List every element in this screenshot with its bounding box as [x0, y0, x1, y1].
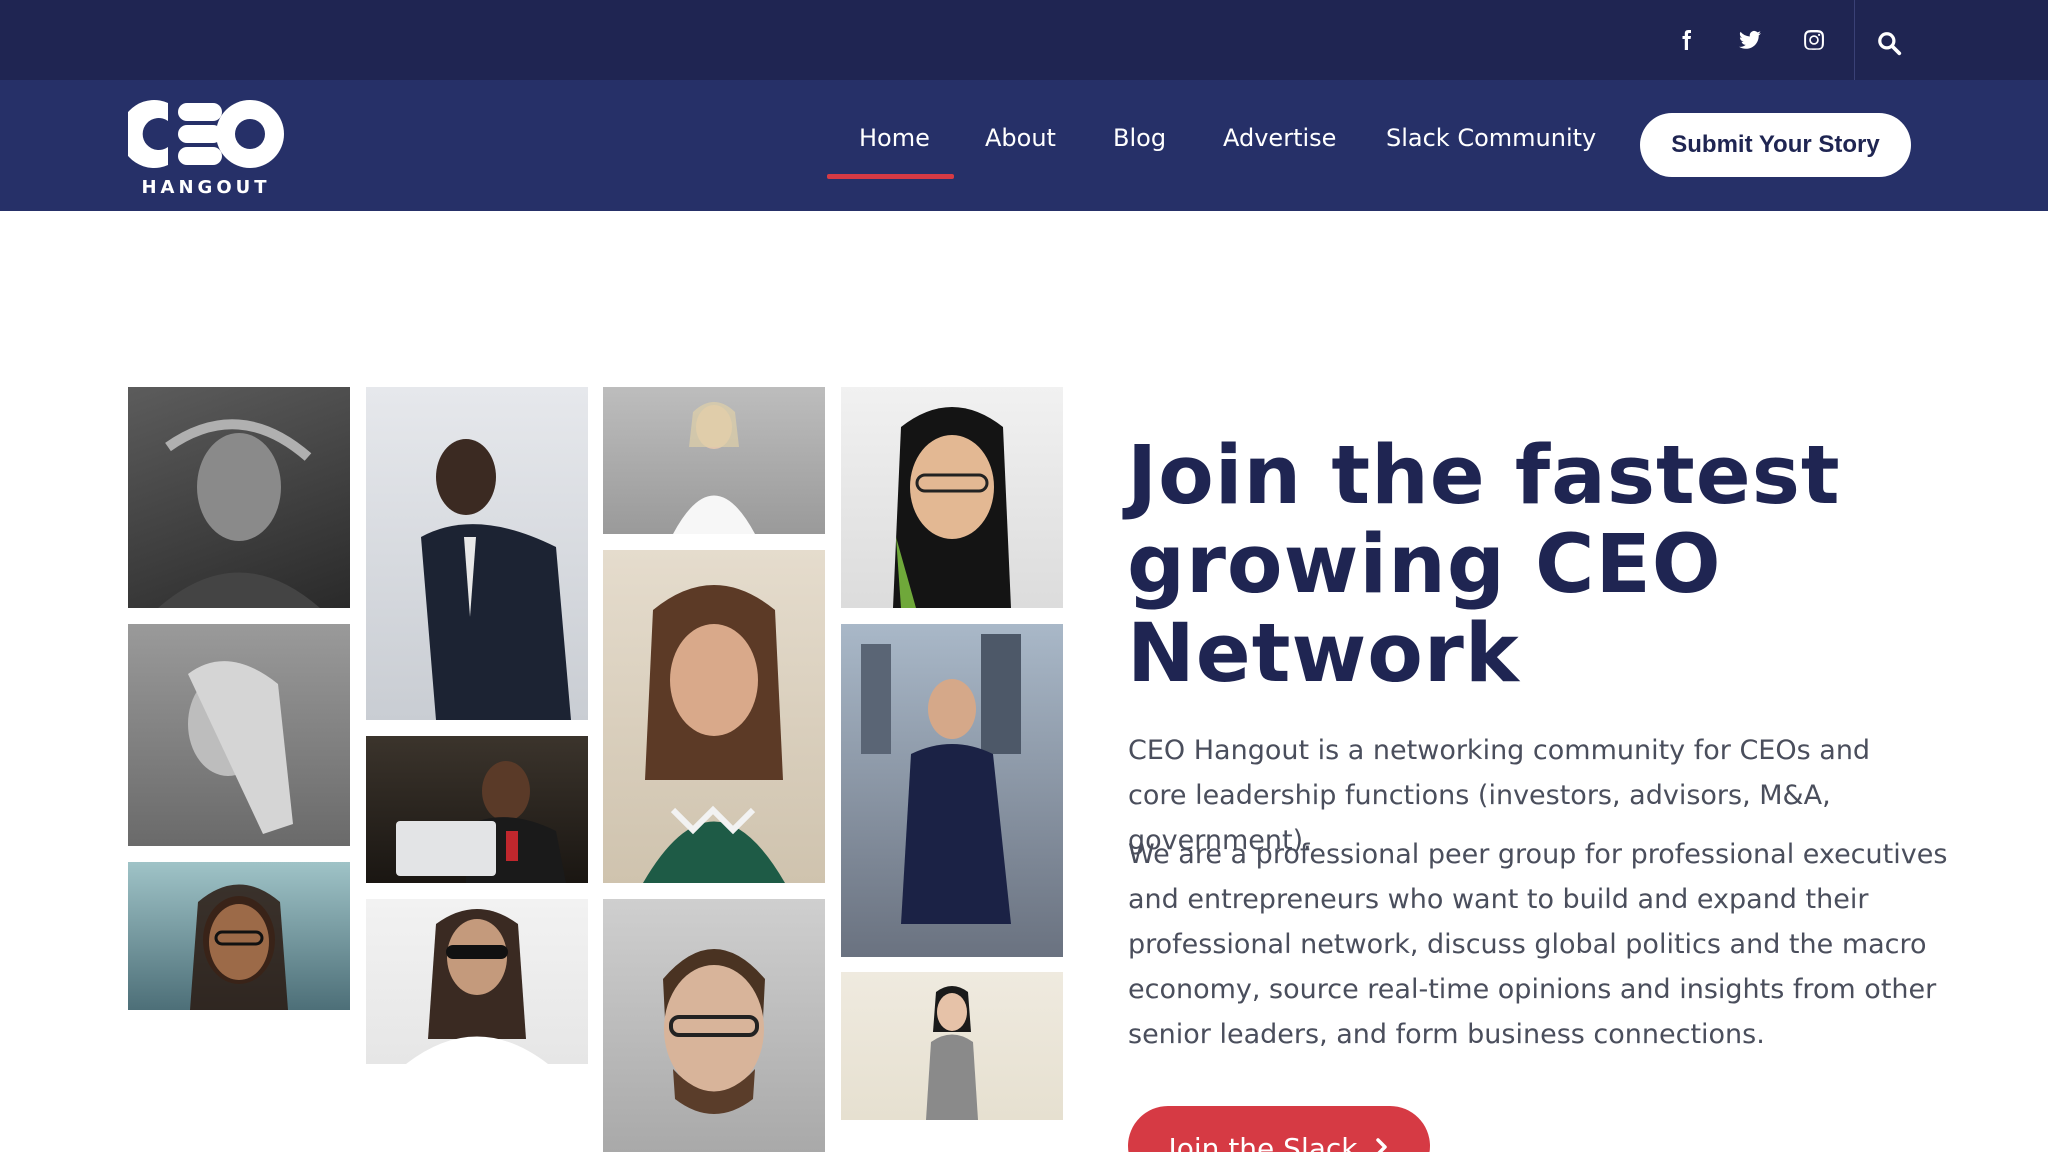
- instagram-icon[interactable]: [1796, 22, 1832, 58]
- nav-blog[interactable]: Blog: [1113, 124, 1166, 158]
- ceo-hangout-logo[interactable]: HANGOUT: [120, 95, 285, 198]
- member-photo: [603, 387, 825, 534]
- top-utility-bar: [0, 0, 2048, 80]
- nav-home[interactable]: Home: [859, 124, 930, 158]
- member-photo: [128, 624, 350, 846]
- submit-your-story-button[interactable]: Submit Your Story: [1640, 113, 1911, 177]
- facebook-icon[interactable]: [1668, 22, 1704, 58]
- member-photo: [841, 387, 1063, 608]
- join-slack-label: Join the Slack: [1168, 1132, 1358, 1152]
- member-photo: [841, 624, 1063, 957]
- search-icon[interactable]: [1872, 26, 1906, 60]
- chevron-right-icon: [1374, 1132, 1390, 1152]
- member-photo: [366, 387, 588, 720]
- member-photo: [841, 972, 1063, 1120]
- topbar-divider: [1854, 0, 1855, 80]
- svg-text:HANGOUT: HANGOUT: [141, 177, 270, 197]
- join-slack-button[interactable]: Join the Slack: [1128, 1106, 1430, 1152]
- nav-slack-community[interactable]: Slack Community: [1386, 124, 1596, 158]
- hero-description-paragraph: We are a professional peer group for pro…: [1128, 839, 1948, 1050]
- member-photo: [128, 862, 350, 1010]
- member-photo: [366, 736, 588, 883]
- nav-advertise[interactable]: Advertise: [1223, 124, 1336, 158]
- nav-active-indicator: [827, 174, 954, 179]
- hero-title: Join the fastest growing CEO Network: [1127, 429, 1841, 701]
- member-photo: [603, 899, 825, 1152]
- member-photo: [128, 387, 350, 608]
- member-photo: [603, 550, 825, 883]
- twitter-icon[interactable]: [1732, 22, 1768, 58]
- member-photo: [366, 899, 588, 1064]
- nav-about[interactable]: About: [985, 124, 1056, 158]
